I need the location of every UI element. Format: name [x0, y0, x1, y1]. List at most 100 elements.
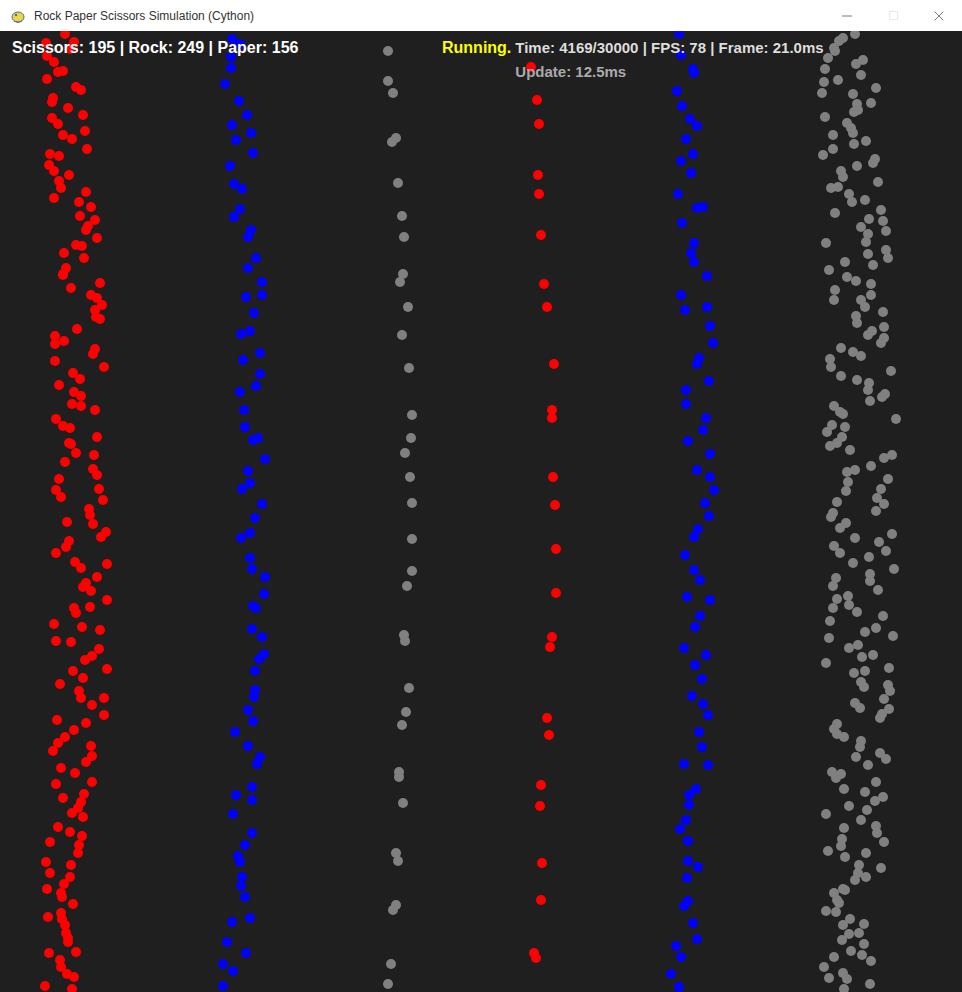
- rock-particle: [825, 616, 835, 626]
- scissors-particle: [95, 625, 105, 635]
- rock-particle: [852, 318, 862, 328]
- paper-particle: [247, 782, 257, 792]
- scissors-particle: [548, 472, 558, 482]
- scissors-particle: [54, 474, 64, 484]
- rock-particle: [821, 658, 831, 668]
- scissors-particle: [67, 808, 77, 818]
- paper-particle: [234, 96, 244, 106]
- scissors-particle: [78, 673, 88, 683]
- rock-particle: [879, 453, 889, 463]
- rock-particle: [879, 322, 889, 332]
- rock-particle: [826, 183, 836, 193]
- rock-particle: [823, 53, 833, 63]
- scissors-particle: [534, 189, 544, 199]
- scissors-particle: [56, 183, 66, 193]
- scissors-particle: [60, 31, 70, 39]
- scissors-particle: [78, 110, 88, 120]
- rock-particle: [860, 666, 870, 676]
- rock-particle: [821, 809, 831, 819]
- scissors-particle: [81, 187, 91, 197]
- paper-particle: [229, 212, 239, 222]
- paper-particle: [708, 338, 718, 348]
- scissors-particle: [536, 230, 546, 240]
- scissors-particle: [532, 95, 542, 105]
- rock-particle: [884, 663, 894, 673]
- rock-particle: [881, 754, 891, 764]
- rock-particle: [853, 640, 863, 650]
- paper-particle: [227, 917, 237, 927]
- rock-particle: [826, 512, 836, 522]
- scissors-particle: [69, 725, 79, 735]
- scissors-particle: [102, 595, 112, 605]
- paper-particle: [698, 699, 708, 709]
- close-button[interactable]: [916, 0, 962, 31]
- paper-particle: [675, 824, 685, 834]
- scissors-particle: [79, 253, 89, 263]
- scissors-particle: [54, 151, 64, 161]
- scissors-particle: [542, 302, 552, 312]
- scissors-particle: [66, 637, 76, 647]
- paper-particle: [704, 511, 714, 521]
- rock-particle: [887, 529, 897, 539]
- paper-particle: [250, 513, 260, 523]
- scissors-particle: [92, 470, 102, 480]
- rock-particle: [839, 784, 849, 794]
- rock-particle: [852, 607, 862, 617]
- rock-particle: [842, 272, 852, 282]
- scissors-particle: [42, 74, 52, 84]
- paper-particle: [242, 110, 252, 120]
- rock-particle: [841, 486, 851, 496]
- hud: Scissors: 195 | Rock: 249 | Paper: 156Ru…: [12, 39, 962, 80]
- paper-particle: [228, 966, 238, 976]
- paper-particle: [218, 981, 228, 991]
- scissors-particle: [551, 588, 561, 598]
- scissors-particle: [57, 892, 67, 902]
- rock-particle: [823, 846, 833, 856]
- rock-particle: [836, 343, 846, 353]
- rock-particle: [825, 441, 835, 451]
- scissors-particle: [53, 67, 63, 77]
- rock-particle: [850, 533, 860, 543]
- scissors-particle: [81, 718, 91, 728]
- rock-particle: [831, 773, 841, 783]
- paper-particle: [252, 759, 262, 769]
- paper-particle: [225, 161, 235, 171]
- paper-particle: [703, 710, 713, 720]
- paper-particle: [697, 742, 707, 752]
- scissors-particle: [539, 279, 549, 289]
- paper-particle: [251, 253, 261, 263]
- paper-particle: [677, 101, 687, 111]
- scissors-particle: [88, 519, 98, 529]
- scissors-particle: [76, 85, 86, 95]
- rock-particle: [848, 128, 858, 138]
- rock-particle: [838, 172, 848, 182]
- scissors-particle: [65, 423, 75, 433]
- paper-particle: [236, 881, 246, 891]
- scissors-particle: [42, 884, 52, 894]
- paper-particle: [220, 79, 230, 89]
- rock-particle: [883, 253, 893, 263]
- rock-particle: [849, 139, 859, 149]
- title-bar: Rock Paper Scissors Simulation (Cython): [0, 0, 962, 31]
- rock-particle: [878, 307, 888, 317]
- rock-particle: [383, 979, 393, 989]
- paper-particle: [684, 790, 694, 800]
- rock-particle: [860, 787, 870, 797]
- scissors-particle: [102, 664, 112, 674]
- minimize-button[interactable]: [824, 0, 870, 31]
- rock-particle: [870, 796, 880, 806]
- rock-particle: [821, 906, 831, 916]
- rock-particle: [866, 461, 876, 471]
- rock-particle: [828, 144, 838, 154]
- paper-particle: [257, 277, 267, 287]
- rock-particle: [844, 801, 854, 811]
- scissors-particle: [61, 542, 71, 552]
- scissors-particle: [58, 793, 68, 803]
- paper-particle: [679, 759, 689, 769]
- rock-particle: [400, 448, 410, 458]
- paper-particle: [683, 436, 693, 446]
- rock-particle: [830, 208, 840, 218]
- scissors-particle: [87, 700, 97, 710]
- scissors-particle: [51, 779, 61, 789]
- scissors-particle: [547, 632, 557, 642]
